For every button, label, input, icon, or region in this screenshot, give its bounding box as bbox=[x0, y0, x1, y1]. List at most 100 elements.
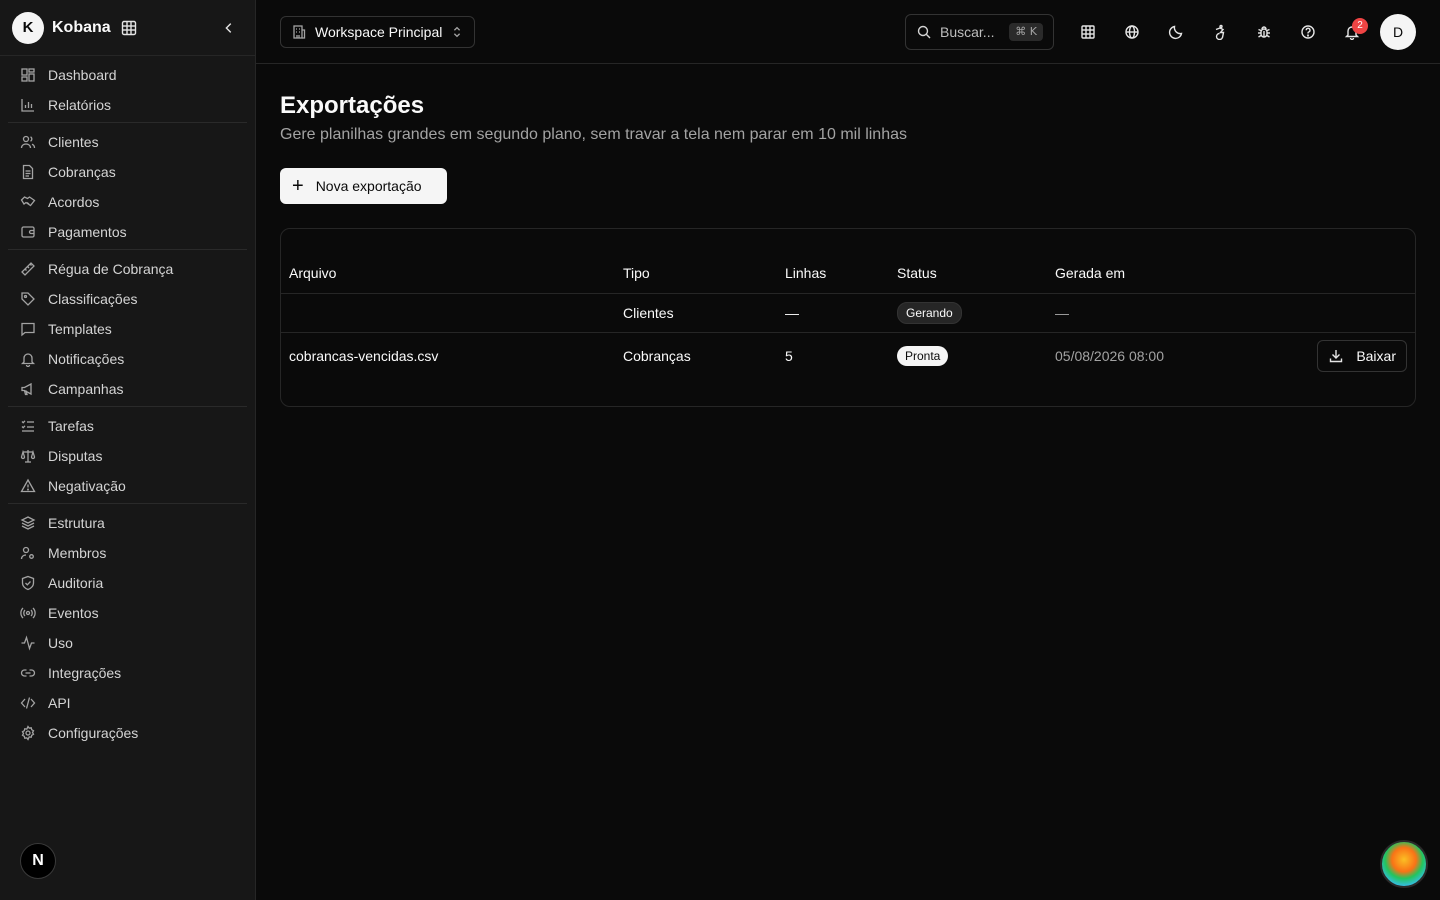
user-cog-icon bbox=[20, 546, 34, 560]
sidebar-item-notificacoes[interactable]: Notificações bbox=[8, 344, 247, 374]
column-header-date: Gerada em bbox=[1047, 253, 1267, 294]
topbar-actions: Buscar... ⌘ K 2 D bbox=[905, 13, 1416, 50]
language-button[interactable] bbox=[1114, 14, 1150, 50]
bell-icon bbox=[20, 353, 36, 367]
sidebar-item-label: Templates bbox=[48, 321, 112, 337]
cell-date: — bbox=[1047, 293, 1267, 333]
sidebar-item-regua-de-cobranca[interactable]: Régua de Cobrança bbox=[8, 254, 247, 284]
debug-button[interactable] bbox=[1246, 14, 1282, 50]
exports-table-card: Arquivo Tipo Linhas Status Gerada em Cli… bbox=[280, 228, 1416, 407]
status-badge: Gerando bbox=[897, 301, 962, 324]
code-icon bbox=[20, 697, 36, 709]
sidebar-item-campanhas[interactable]: Campanhas bbox=[8, 374, 247, 404]
sidebar-item-clientes[interactable]: Clientes bbox=[8, 127, 247, 157]
sidebar-item-label: Campanhas bbox=[48, 381, 124, 397]
sidebar-item-label: Acordos bbox=[48, 194, 100, 210]
sidebar-item-api[interactable]: API bbox=[8, 688, 247, 718]
sidebar-item-cobrancas[interactable]: Cobranças bbox=[8, 157, 247, 187]
search-input[interactable]: Buscar... ⌘ K bbox=[905, 13, 1054, 50]
search-icon bbox=[917, 25, 931, 38]
sidebar-item-auditoria[interactable]: Auditoria bbox=[8, 568, 247, 598]
layers-icon bbox=[20, 516, 36, 530]
sidebar-item-tarefas[interactable]: Tarefas bbox=[8, 411, 247, 441]
nav-group-communication: Régua de Cobrança Classificações Templat… bbox=[8, 250, 247, 407]
megaphone-icon bbox=[21, 382, 32, 396]
sidebar-item-templates[interactable]: Templates bbox=[8, 314, 247, 344]
devtools-badge[interactable]: N bbox=[20, 843, 56, 879]
cell-actions bbox=[1267, 293, 1415, 333]
notifications-button[interactable]: 2 bbox=[1334, 14, 1370, 50]
sidebar-item-label: Eventos bbox=[48, 605, 99, 621]
sidebar-item-label: Classificações bbox=[48, 291, 138, 307]
sidebar-nav: Dashboard Relatórios Clientes Cobranças bbox=[0, 56, 255, 750]
table-view-button[interactable] bbox=[1070, 14, 1106, 50]
sidebar-item-label: Estrutura bbox=[48, 515, 105, 531]
brand-logo[interactable]: K bbox=[12, 11, 44, 44]
cell-type: Cobranças bbox=[623, 348, 691, 365]
shield-icon bbox=[21, 575, 35, 591]
table-row: Clientes — Gerando — bbox=[281, 293, 1415, 333]
sidebar-item-membros[interactable]: Membros bbox=[8, 538, 247, 568]
sidebar-item-label: Negativação bbox=[48, 478, 126, 494]
ruler-icon bbox=[21, 262, 35, 276]
collapse-sidebar-button[interactable] bbox=[217, 16, 241, 40]
column-header-actions bbox=[1267, 253, 1415, 294]
list-checks-icon bbox=[21, 420, 34, 432]
page-content: Exportações Gere planilhas grandes em se… bbox=[256, 64, 1440, 407]
sidebar-item-disputas[interactable]: Disputas bbox=[8, 441, 247, 471]
download-button[interactable]: Baixar bbox=[1317, 340, 1407, 373]
sidebar-item-acordos[interactable]: Acordos bbox=[8, 187, 247, 217]
sidebar-item-label: Relatórios bbox=[48, 97, 112, 113]
sidebar-item-dashboard[interactable]: Dashboard bbox=[8, 60, 247, 90]
cell-lines: — bbox=[777, 293, 889, 333]
search-placeholder: Buscar... bbox=[940, 23, 995, 40]
dashboard-icon bbox=[21, 68, 35, 82]
activity-icon bbox=[21, 635, 35, 651]
sidebar-item-integracoes[interactable]: Integrações bbox=[8, 658, 247, 688]
help-button[interactable] bbox=[1290, 14, 1326, 50]
sidebar-item-relatorios[interactable]: Relatórios bbox=[8, 90, 247, 120]
sidebar-item-classificacoes[interactable]: Classificações bbox=[8, 284, 247, 314]
nav-group-billing: Clientes Cobranças Acordos Pagamentos bbox=[8, 123, 247, 250]
handshake-icon bbox=[20, 196, 36, 207]
column-header-lines: Linhas bbox=[777, 253, 889, 294]
floating-assistant-button[interactable] bbox=[1380, 840, 1428, 888]
message-icon bbox=[21, 322, 35, 337]
brand-name[interactable]: Kobana bbox=[52, 19, 111, 37]
sidebar-item-eventos[interactable]: Eventos bbox=[8, 598, 247, 628]
table-header-row: Arquivo Tipo Linhas Status Gerada em bbox=[281, 253, 1415, 294]
workspace-name: Workspace Principal bbox=[315, 23, 443, 40]
help-circle-icon bbox=[1301, 24, 1315, 39]
sidebar-item-uso[interactable]: Uso bbox=[8, 628, 247, 658]
grid-icon[interactable] bbox=[121, 20, 137, 36]
status-badge: Pronta bbox=[897, 346, 949, 367]
sidebar-item-negativacao[interactable]: Negativação bbox=[8, 471, 247, 501]
building-icon bbox=[293, 24, 306, 39]
sidebar-item-label: Dashboard bbox=[48, 67, 117, 83]
radio-icon bbox=[20, 607, 36, 619]
sidebar-item-label: Notificações bbox=[48, 351, 125, 367]
sidebar-item-configuracoes[interactable]: Configurações bbox=[8, 718, 247, 748]
sidebar-item-label: Uso bbox=[48, 635, 73, 651]
plus-icon: + bbox=[292, 175, 304, 197]
page-subtitle: Gere planilhas grandes em segundo plano,… bbox=[280, 126, 907, 143]
page-title: Exportações bbox=[280, 92, 425, 119]
sidebar-item-pagamentos[interactable]: Pagamentos bbox=[8, 217, 247, 247]
table-icon bbox=[1081, 24, 1095, 39]
sidebar-item-label: Integrações bbox=[48, 665, 122, 681]
sidebar-item-label: Configurações bbox=[48, 725, 139, 741]
cell-lines: 5 bbox=[785, 348, 793, 365]
user-avatar[interactable]: D bbox=[1380, 13, 1416, 50]
sidebar: K Kobana Dashboard Relatórios Clientes C… bbox=[0, 0, 256, 900]
exports-table: Arquivo Tipo Linhas Status Gerada em Cli… bbox=[281, 253, 1415, 380]
chevron-left-icon bbox=[225, 22, 232, 33]
file-icon bbox=[22, 164, 34, 180]
bar-chart-icon bbox=[21, 99, 34, 112]
sidebar-item-label: Régua de Cobrança bbox=[48, 261, 174, 277]
sidebar-item-estrutura[interactable]: Estrutura bbox=[8, 508, 247, 538]
workspace-selector[interactable]: Workspace Principal bbox=[280, 15, 476, 48]
column-header-type: Tipo bbox=[615, 253, 777, 294]
theme-toggle-button[interactable] bbox=[1158, 14, 1194, 50]
new-export-button[interactable]: + Nova exportação bbox=[280, 168, 447, 204]
accessibility-button[interactable] bbox=[1202, 14, 1238, 50]
